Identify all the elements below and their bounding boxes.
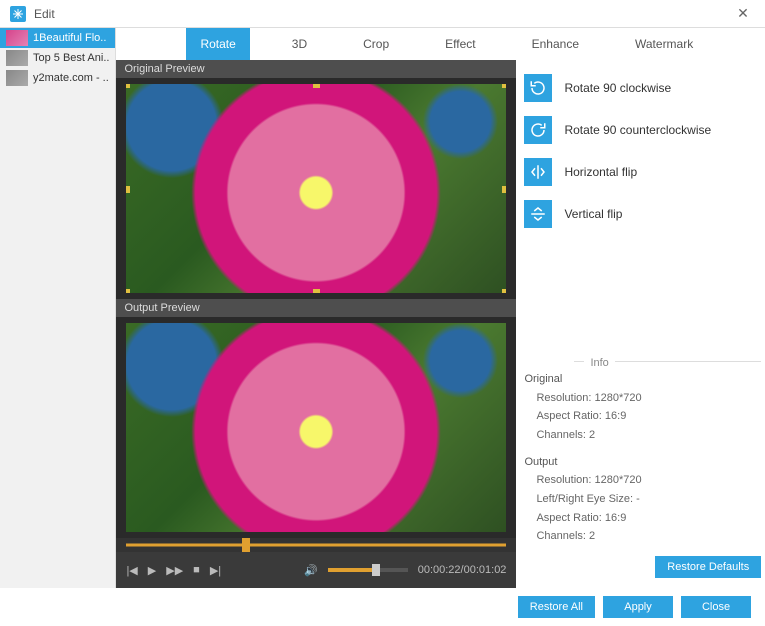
op-label: Rotate 90 counterclockwise: [564, 123, 711, 137]
prev-button[interactable]: |◀: [126, 564, 137, 577]
info-heading: Info: [584, 354, 614, 373]
flip-v-icon: [524, 200, 552, 228]
play-button[interactable]: ▶: [148, 564, 156, 577]
op-label: Vertical flip: [564, 207, 622, 221]
file-sidebar: 1Beautiful Flo.. Top 5 Best Ani.. y2mate.c…: [0, 28, 116, 588]
tab-enhance[interactable]: Enhance: [518, 28, 593, 60]
file-name: Top 5 Best Ani..: [33, 52, 109, 64]
window-title: Edit: [34, 7, 55, 21]
seek-thumb[interactable]: [242, 538, 250, 552]
output-preview-label: Output Preview: [116, 299, 516, 317]
seek-bar[interactable]: [116, 538, 516, 552]
file-name: 1Beautiful Flo..: [33, 32, 106, 44]
original-preview[interactable]: [116, 78, 516, 299]
op-rotate-cw[interactable]: Rotate 90 clockwise: [524, 74, 761, 102]
info-original-channels: Channels: 2: [524, 426, 761, 445]
tab-crop[interactable]: Crop: [349, 28, 403, 60]
volume-slider[interactable]: [328, 568, 408, 572]
original-preview-label: Original Preview: [116, 60, 516, 78]
volume-thumb[interactable]: [372, 564, 380, 576]
footer-buttons: Restore All Apply Close: [0, 588, 765, 626]
file-item-0[interactable]: 1Beautiful Flo..: [0, 28, 115, 48]
op-label: Horizontal flip: [564, 165, 637, 179]
app-logo-icon: [10, 6, 26, 22]
op-flip-h[interactable]: Horizontal flip: [524, 158, 761, 186]
player-controls: |◀ ▶ ▶▶ ■ ▶| 🔊 00:00:22/00:01:02: [116, 538, 516, 588]
tab-effect[interactable]: Effect: [431, 28, 489, 60]
info-original-heading: Original: [524, 370, 761, 389]
flip-h-icon: [524, 158, 552, 186]
preview-column: Original Preview Output Preview: [116, 60, 516, 588]
file-item-1[interactable]: Top 5 Best Ani..: [0, 48, 115, 68]
output-preview: [116, 317, 516, 538]
volume-icon[interactable]: 🔊: [304, 564, 318, 577]
info-output-aspect: Aspect Ratio: 16:9: [524, 509, 761, 528]
info-output-resolution: Resolution: 1280*720: [524, 471, 761, 490]
fast-forward-button[interactable]: ▶▶: [166, 564, 183, 577]
op-flip-v[interactable]: Vertical flip: [524, 200, 761, 228]
restore-defaults-button[interactable]: Restore Defaults: [655, 556, 761, 578]
file-thumb-icon: [6, 50, 28, 66]
rotate-ccw-icon: [524, 116, 552, 144]
inspector-panel: Rotate 90 clockwise Rotate 90 countercloc…: [516, 60, 765, 588]
op-label: Rotate 90 clockwise: [564, 81, 671, 95]
rotate-cw-icon: [524, 74, 552, 102]
info-original-aspect: Aspect Ratio: 16:9: [524, 407, 761, 426]
close-footer-button[interactable]: Close: [681, 596, 751, 618]
title-bar: Edit ✕: [0, 0, 765, 28]
op-rotate-ccw[interactable]: Rotate 90 counterclockwise: [524, 116, 761, 144]
file-thumb-icon: [6, 70, 28, 86]
tab-rotate[interactable]: Rotate: [186, 28, 249, 60]
info-output-heading: Output: [524, 453, 761, 472]
close-button[interactable]: ✕: [731, 5, 755, 22]
info-output-channels: Channels: 2: [524, 527, 761, 546]
original-preview-image: [126, 84, 506, 293]
tab-bar: Rotate 3D Crop Effect Enhance Watermark: [116, 28, 765, 60]
file-thumb-icon: [6, 30, 28, 46]
tab-watermark[interactable]: Watermark: [621, 28, 707, 60]
info-original-resolution: Resolution: 1280*720: [524, 389, 761, 408]
file-item-2[interactable]: y2mate.com - ..: [0, 68, 115, 88]
stop-button[interactable]: ■: [193, 564, 200, 576]
next-button[interactable]: ▶|: [210, 564, 221, 577]
info-output-eyesize: Left/Right Eye Size: -: [524, 490, 761, 509]
playback-time: 00:00:22/00:01:02: [418, 564, 507, 576]
output-preview-image: [126, 323, 506, 532]
file-name: y2mate.com - ..: [33, 72, 109, 84]
tab-3d[interactable]: 3D: [278, 28, 321, 60]
apply-button[interactable]: Apply: [603, 596, 673, 618]
restore-all-button[interactable]: Restore All: [518, 596, 595, 618]
